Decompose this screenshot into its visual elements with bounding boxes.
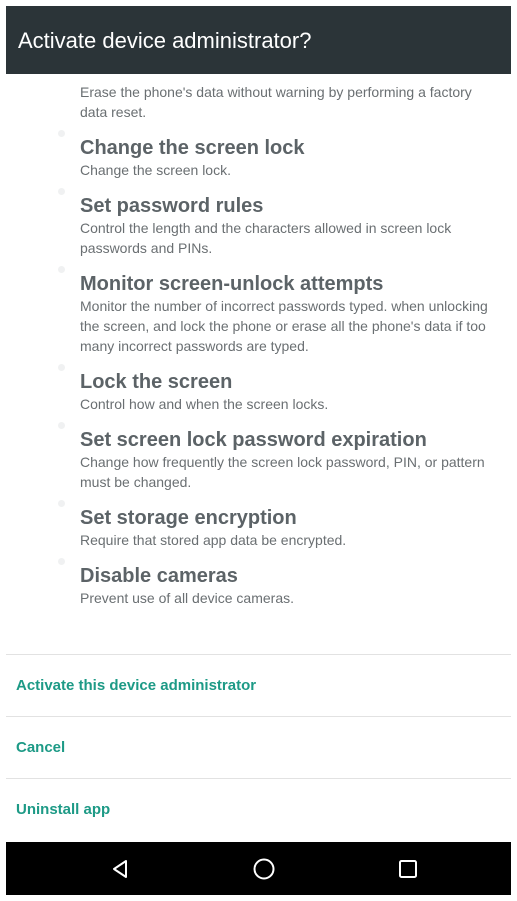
activate-admin-button[interactable]: Activate this device administrator xyxy=(6,654,511,716)
permission-title: Set screen lock password expiration xyxy=(80,429,427,451)
permission-title: Set password rules xyxy=(80,195,264,217)
bullet-icon xyxy=(58,364,65,371)
dialog-title: Activate device administrator? xyxy=(18,28,312,53)
permission-title: Set storage encryption xyxy=(80,507,297,529)
dialog-actions: Activate this device administrator Cance… xyxy=(6,654,511,840)
bullet-icon xyxy=(58,266,65,273)
system-nav-bar xyxy=(6,842,511,895)
cancel-button[interactable]: Cancel xyxy=(6,716,511,778)
recents-button[interactable] xyxy=(368,842,448,895)
permission-description: Erase the phone's data without warning b… xyxy=(80,84,472,120)
permission-description: Control the length and the characters al… xyxy=(80,220,452,256)
bullet-icon xyxy=(58,130,65,137)
permission-item-lock-screen: Lock the screen Control how and when the… xyxy=(6,356,511,414)
permission-item-monitor-unlock: Monitor screen-unlock attempts Monitor t… xyxy=(6,258,511,356)
permission-description: Change how frequently the screen lock pa… xyxy=(80,454,485,490)
bullet-icon xyxy=(58,422,65,429)
permission-description: Prevent use of all device cameras. xyxy=(80,590,294,606)
permission-title: Monitor screen-unlock attempts xyxy=(80,273,384,295)
permission-item-erase-data: Erase the phone's data without warning b… xyxy=(6,74,511,122)
bullet-icon xyxy=(58,558,65,565)
permission-title: Disable cameras xyxy=(80,565,238,587)
bullet-icon xyxy=(58,500,65,507)
home-icon xyxy=(253,858,275,879)
permission-item-change-screen-lock: Change the screen lock Change the screen… xyxy=(6,122,511,180)
back-button[interactable] xyxy=(80,842,160,895)
uninstall-app-button[interactable]: Uninstall app xyxy=(6,778,511,840)
permission-item-password-rules: Set password rules Control the length an… xyxy=(6,180,511,258)
permission-description: Change the screen lock. xyxy=(80,162,231,178)
dialog-title-bar: Activate device administrator? xyxy=(6,6,511,74)
back-icon xyxy=(113,859,127,878)
permission-title: Lock the screen xyxy=(80,371,233,393)
permission-item-disable-cameras: Disable cameras Prevent use of all devic… xyxy=(6,550,511,608)
home-button[interactable] xyxy=(224,842,304,895)
permission-title: Change the screen lock xyxy=(80,137,305,159)
device-admin-dialog: Activate device administrator? Erase the… xyxy=(6,6,511,895)
bullet-icon xyxy=(58,188,65,195)
permission-item-password-expiration: Set screen lock password expiration Chan… xyxy=(6,414,511,492)
recents-icon xyxy=(399,859,417,878)
permission-description: Control how and when the screen locks. xyxy=(80,396,329,412)
permission-list[interactable]: Erase the phone's data without warning b… xyxy=(6,74,511,608)
permission-item-storage-encryption: Set storage encryption Require that stor… xyxy=(6,492,511,550)
permission-description: Require that stored app data be encrypte… xyxy=(80,532,347,548)
permission-description: Monitor the number of incorrect password… xyxy=(80,298,488,354)
